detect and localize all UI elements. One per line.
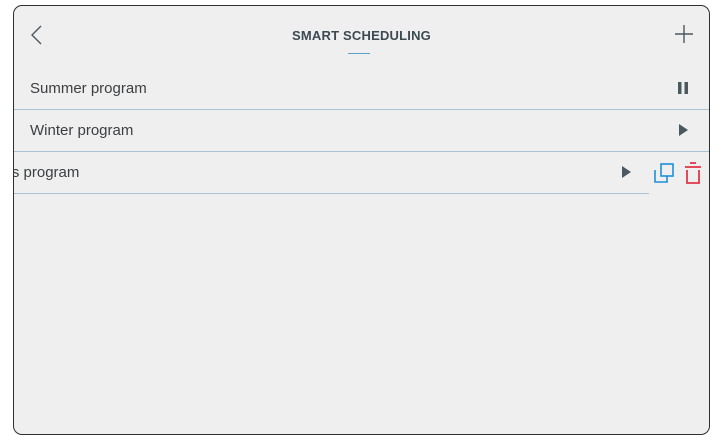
add-program-button[interactable] [673, 23, 695, 45]
delete-button[interactable] [684, 161, 702, 185]
play-icon [679, 124, 688, 136]
title-underline [348, 53, 370, 54]
row-swipe-actions [650, 152, 709, 194]
program-name: ays program [14, 164, 80, 181]
play-icon [622, 166, 631, 178]
program-name: Summer program [30, 80, 147, 97]
pause-icon [678, 82, 688, 94]
app-screen: SMART SCHEDULING Summer program Winter p… [13, 5, 710, 435]
program-row-summer[interactable]: Summer program [14, 68, 709, 110]
plus-icon [675, 25, 693, 43]
page-title: SMART SCHEDULING [292, 28, 431, 43]
play-button[interactable] [675, 122, 691, 138]
program-name: Winter program [30, 122, 134, 139]
header: SMART SCHEDULING [14, 6, 709, 68]
play-button[interactable] [618, 164, 634, 180]
pause-button[interactable] [675, 80, 691, 96]
copy-button[interactable] [653, 162, 675, 184]
trash-icon [685, 162, 701, 184]
program-row-winter[interactable]: Winter program [14, 110, 709, 152]
program-row-swiped[interactable]: ays program [14, 152, 649, 194]
copy-icon [654, 163, 674, 183]
